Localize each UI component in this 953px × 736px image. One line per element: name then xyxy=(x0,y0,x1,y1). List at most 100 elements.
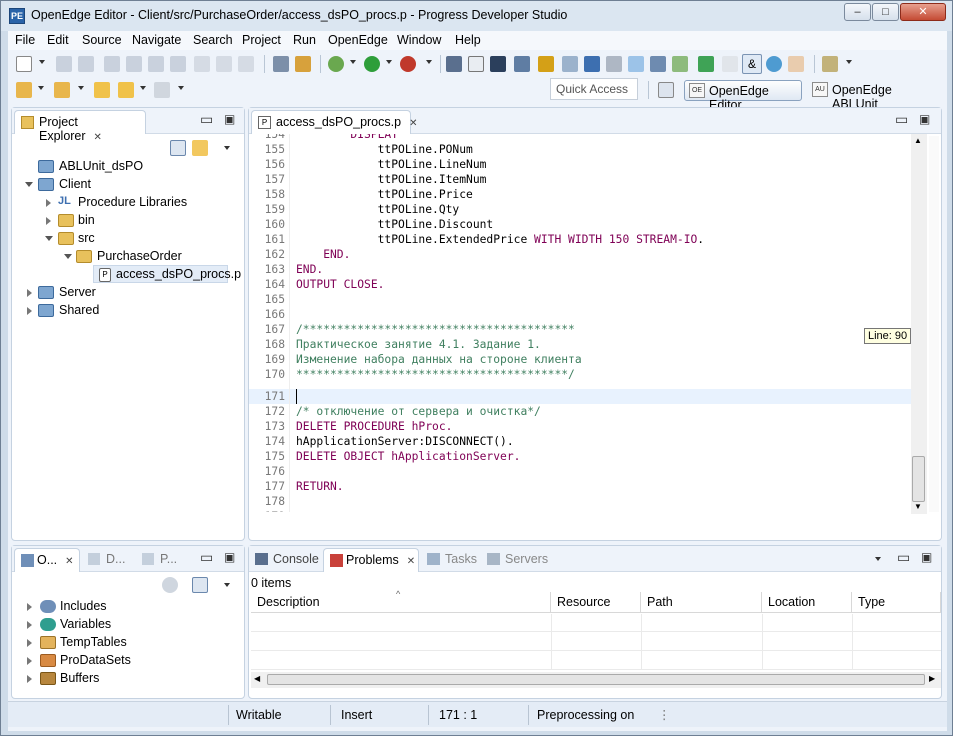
tree-item-shared[interactable]: Shared xyxy=(59,303,99,317)
new-dropdown-icon[interactable] xyxy=(39,60,45,64)
column-location[interactable]: Location xyxy=(762,592,852,612)
column-type[interactable]: Type xyxy=(852,592,941,612)
forward-icon[interactable] xyxy=(154,82,170,98)
maximize-view-icon[interactable]: ▣ xyxy=(921,550,932,564)
layout-icon[interactable] xyxy=(514,56,530,72)
maximize-view-icon[interactable]: ▣ xyxy=(224,112,235,126)
close-tab-icon[interactable]: ✕ xyxy=(94,132,102,143)
perspective-ablunit[interactable]: AU OpenEdge ABLUnit xyxy=(808,80,943,111)
collapsed-arrow-icon[interactable] xyxy=(27,639,32,647)
editor-vertical-scrollbar[interactable]: ▲ ▼ xyxy=(911,134,927,514)
tab-d[interactable]: D... xyxy=(88,552,125,566)
collapsed-arrow-icon[interactable] xyxy=(46,217,51,225)
prev-annotation-icon[interactable] xyxy=(54,82,70,98)
search-db-icon[interactable] xyxy=(562,56,578,72)
scroll-right-icon[interactable]: ▶ xyxy=(929,674,935,683)
view-menu-icon[interactable] xyxy=(875,557,881,561)
new-icon[interactable] xyxy=(16,56,32,72)
outline-item-variables[interactable]: Variables xyxy=(60,617,111,631)
disconnect-icon[interactable] xyxy=(170,56,186,72)
wand-icon[interactable] xyxy=(788,56,804,72)
terminate-icon[interactable] xyxy=(148,56,164,72)
menu-help[interactable]: Help xyxy=(455,33,481,47)
expanded-arrow-icon[interactable] xyxy=(64,254,72,259)
tab-tasks[interactable]: Tasks xyxy=(427,552,477,566)
menu-edit[interactable]: Edit xyxy=(47,33,69,47)
link-editor-icon[interactable] xyxy=(192,140,208,156)
view-menu-icon[interactable] xyxy=(224,583,230,587)
menu-openedge[interactable]: OpenEdge xyxy=(328,33,388,47)
align-icon[interactable] xyxy=(273,56,289,72)
close-tab-icon[interactable]: ✕ xyxy=(65,556,73,567)
perspective-openedge-editor[interactable]: OE OpenEdge Editor xyxy=(684,80,802,112)
step-into-icon[interactable] xyxy=(194,56,210,72)
tree-item-access-dspo-procs[interactable]: access_dsPO_procs.p xyxy=(116,267,241,281)
collapse-all-icon[interactable] xyxy=(170,140,186,156)
open-perspective-icon[interactable] xyxy=(658,82,674,98)
tab-p[interactable]: P... xyxy=(142,552,177,566)
scroll-thumb[interactable] xyxy=(267,674,925,685)
column-description[interactable]: Description ^ xyxy=(251,589,551,612)
menu-run[interactable]: Run xyxy=(293,33,316,47)
outline-item-temptables[interactable]: TempTables xyxy=(60,635,127,649)
list-icon[interactable] xyxy=(672,56,688,72)
minimize-view-icon[interactable]: ▭ xyxy=(897,549,910,566)
database-icon[interactable] xyxy=(698,56,714,72)
menu-project[interactable]: Project xyxy=(242,33,281,47)
scroll-thumb[interactable] xyxy=(912,456,925,502)
debug-icon[interactable] xyxy=(328,56,344,72)
tree-item-procedure-libraries[interactable]: Procedure Libraries xyxy=(78,195,187,209)
run-dropdown-icon[interactable] xyxy=(386,60,392,64)
close-tab-icon[interactable]: ✕ xyxy=(407,556,415,567)
prev-annotation-dropdown-icon[interactable] xyxy=(78,86,84,90)
external-tools-icon[interactable] xyxy=(400,56,416,72)
tree-item-bin[interactable]: bin xyxy=(78,213,95,227)
back-icon[interactable] xyxy=(118,82,134,98)
data-icon[interactable] xyxy=(584,56,600,72)
code-editor[interactable]: 154 DISPLAY 155 ttPOLine.PONum 156 ttPOL… xyxy=(249,134,911,512)
minimize-button[interactable]: ‒ xyxy=(844,3,871,21)
minimize-view-icon[interactable]: ▭ xyxy=(200,111,213,128)
collapse-all-icon[interactable] xyxy=(192,577,208,593)
maximize-view-icon[interactable]: ▣ xyxy=(919,112,930,126)
view-menu-icon[interactable] xyxy=(224,146,230,150)
collapsed-arrow-icon[interactable] xyxy=(27,675,32,683)
expanded-arrow-icon[interactable] xyxy=(25,182,33,187)
query-icon[interactable] xyxy=(628,56,644,72)
brush-icon[interactable] xyxy=(822,56,838,72)
outline-item-includes[interactable]: Includes xyxy=(60,599,107,613)
menu-file[interactable]: File xyxy=(15,33,35,47)
column-path[interactable]: Path xyxy=(641,592,762,612)
menu-search[interactable]: Search xyxy=(193,33,233,47)
link-icon[interactable] xyxy=(650,56,666,72)
close-tab-icon[interactable]: ✕ xyxy=(409,118,417,129)
tab-outline[interactable]: O... ✕ xyxy=(14,548,80,572)
collapsed-arrow-icon[interactable] xyxy=(27,603,32,611)
forward-dropdown-icon[interactable] xyxy=(178,86,184,90)
outline-item-prodatasets[interactable]: ProDataSets xyxy=(60,653,131,667)
tree-item-client[interactable]: Client xyxy=(59,177,91,191)
globe-icon[interactable] xyxy=(766,56,782,72)
find-icon[interactable] xyxy=(468,56,484,72)
tree-item-ablunit-dspo[interactable]: ABLUnit_dsPO xyxy=(59,159,143,173)
collapsed-arrow-icon[interactable] xyxy=(27,289,32,297)
quick-access-input[interactable]: Quick Access xyxy=(550,78,638,100)
menu-navigate[interactable]: Navigate xyxy=(132,33,181,47)
suspend-icon[interactable] xyxy=(126,56,142,72)
scroll-down-icon[interactable]: ▼ xyxy=(914,502,922,511)
debug-dropdown-icon[interactable] xyxy=(350,60,356,64)
sort-icon[interactable] xyxy=(162,577,178,593)
tree-item-src[interactable]: src xyxy=(78,231,95,245)
next-annotation-dropdown-icon[interactable] xyxy=(38,86,44,90)
scroll-left-icon[interactable]: ◀ xyxy=(254,674,260,683)
back-dropdown-icon[interactable] xyxy=(140,86,146,90)
menu-window[interactable]: Window xyxy=(397,33,441,47)
collapsed-arrow-icon[interactable] xyxy=(46,199,51,207)
step-return-icon[interactable] xyxy=(238,56,254,72)
tool-icon[interactable] xyxy=(606,56,622,72)
grid-icon[interactable] xyxy=(446,56,462,72)
tab-servers[interactable]: Servers xyxy=(487,552,548,566)
tab-console[interactable]: Console xyxy=(255,552,319,566)
scroll-up-icon[interactable]: ▲ xyxy=(914,136,922,145)
tree-item-server[interactable]: Server xyxy=(59,285,96,299)
